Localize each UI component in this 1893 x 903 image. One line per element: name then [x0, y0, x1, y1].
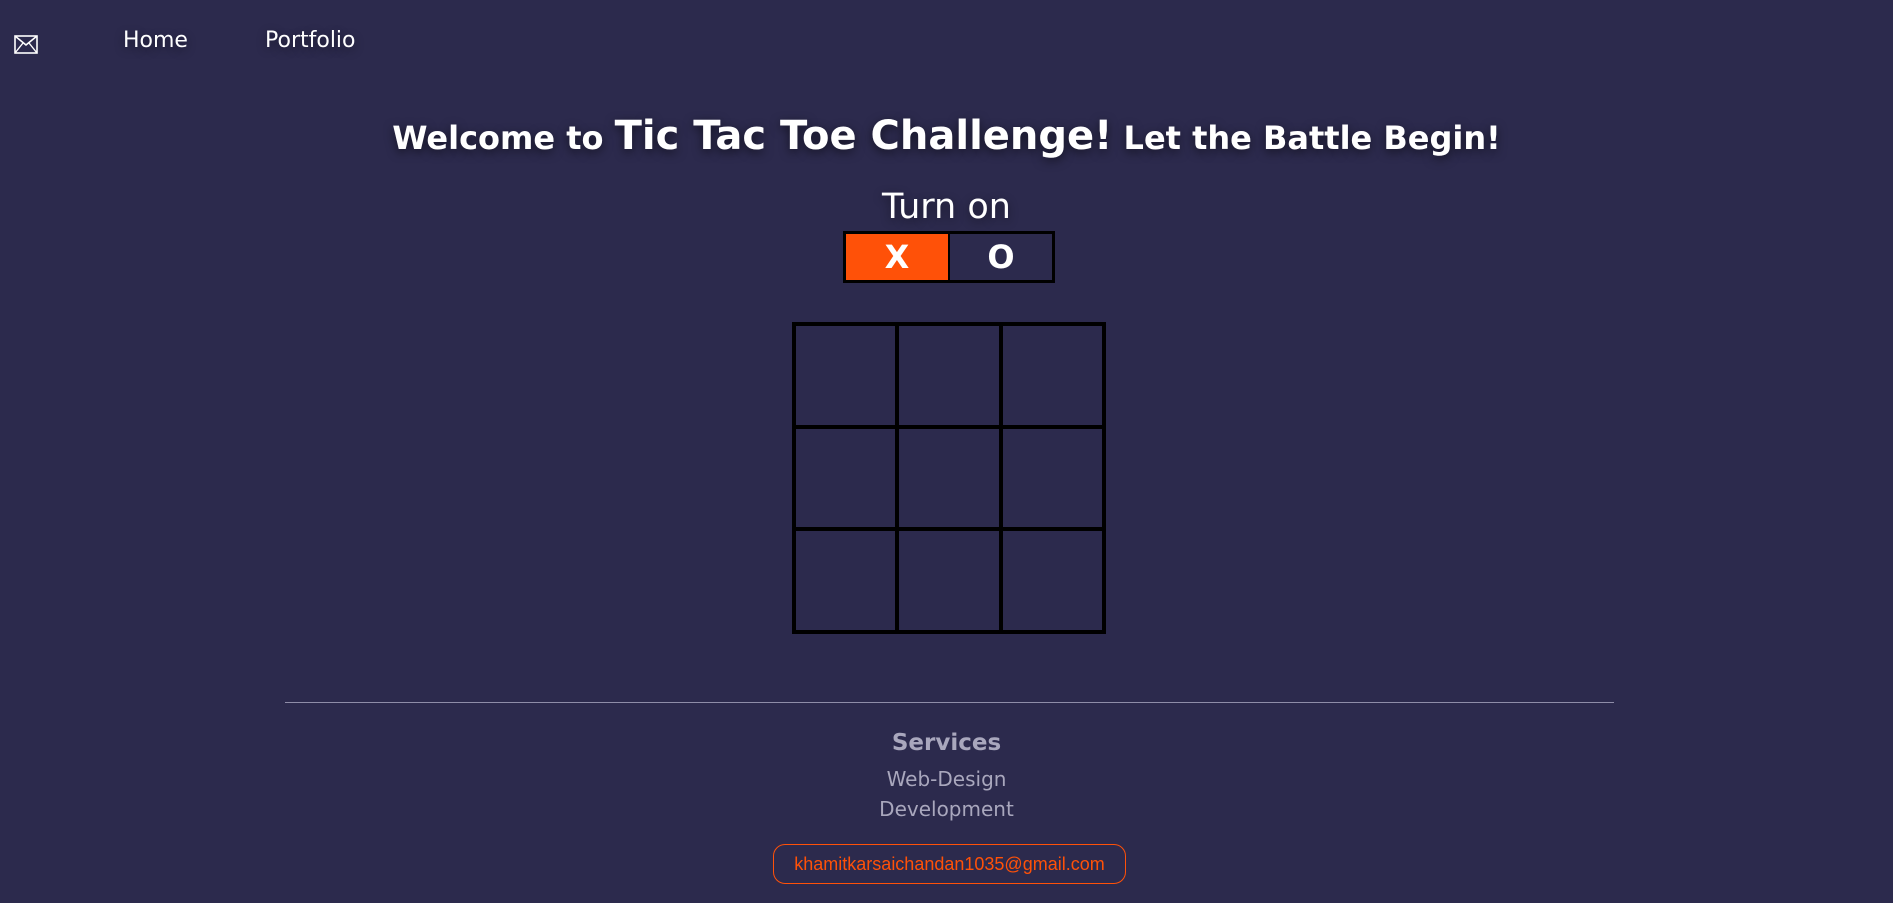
board-cell[interactable] [794, 426, 898, 530]
board-cell[interactable] [794, 324, 898, 427]
footer-link-development[interactable]: Development [0, 797, 1893, 821]
turn-label: Turn on [882, 187, 1011, 227]
board-cell[interactable] [1000, 324, 1104, 427]
turn-x-indicator: X [846, 234, 950, 280]
board-cell[interactable] [794, 529, 898, 632]
mail-icon[interactable] [14, 35, 38, 55]
email-button[interactable]: khamitkarsaichandan1035@gmail.com [773, 844, 1126, 884]
board-cell[interactable] [1000, 529, 1104, 632]
title-suffix: Let the Battle Begin! [1123, 119, 1501, 157]
footer-link-web-design[interactable]: Web-Design [0, 767, 1893, 791]
footer-services-heading: Services [891, 730, 1002, 756]
turn-indicator: X O [843, 231, 1055, 283]
nav-portfolio-link[interactable]: Portfolio [265, 28, 356, 53]
turn-o-indicator: O [950, 234, 1052, 280]
footer-divider [285, 702, 1614, 703]
page-title: Welcome to Tic Tac Toe Challenge! Let th… [0, 110, 1893, 164]
board-cell[interactable] [897, 324, 1001, 427]
board-cell[interactable] [897, 529, 1001, 632]
board-cell[interactable] [1000, 426, 1104, 530]
game-board [792, 322, 1106, 634]
top-nav: Home Portfolio [0, 0, 1893, 86]
title-prefix: Welcome to [392, 119, 604, 157]
nav-home-link[interactable]: Home [123, 28, 188, 53]
game-title: Tic Tac Toe Challenge! [614, 113, 1113, 159]
board-cell[interactable] [897, 426, 1001, 530]
